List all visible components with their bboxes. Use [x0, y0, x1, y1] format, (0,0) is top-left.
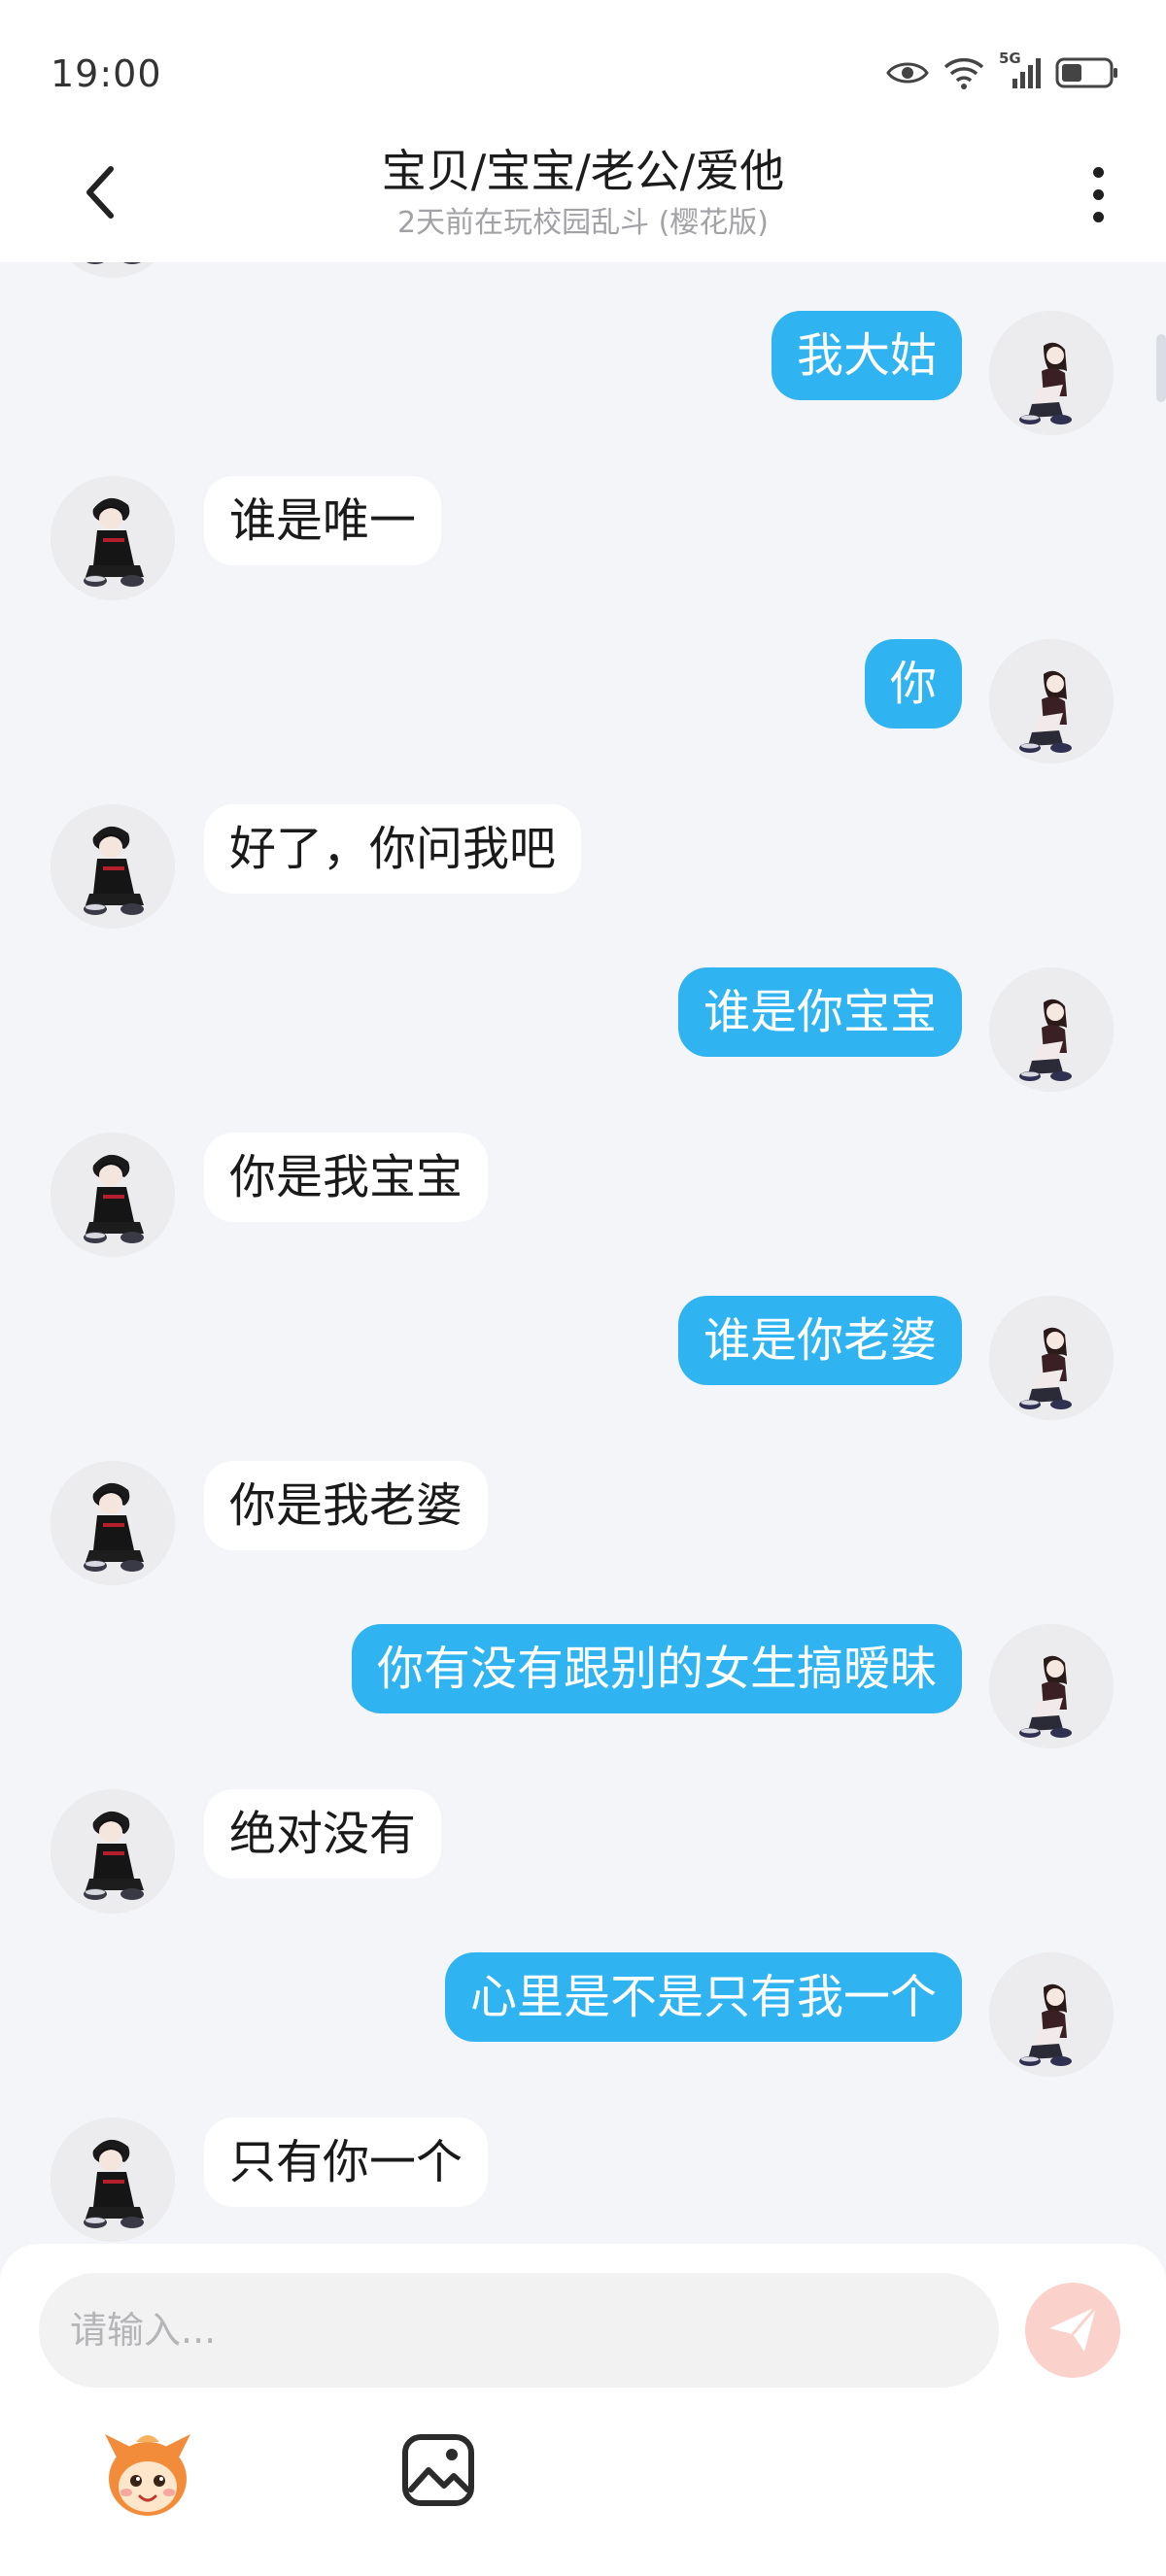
- message-bubble-received[interactable]: 好了，你问我吧: [204, 804, 582, 894]
- avatar-other[interactable]: [51, 476, 175, 600]
- image-button[interactable]: [394, 2428, 482, 2516]
- status-time: 19:00: [51, 52, 162, 95]
- avatar-me[interactable]: [989, 639, 1114, 763]
- message-bubble-received[interactable]: 只有你一个: [204, 2118, 489, 2207]
- wifi-icon: [943, 55, 985, 94]
- battery-icon: [1055, 56, 1119, 93]
- message-bubble-sent[interactable]: 心里是不是只有我一个: [444, 1952, 962, 2042]
- message-bubble-sent[interactable]: 你: [864, 639, 962, 729]
- signal-5g-icon: 5G: [999, 50, 1042, 94]
- status-bar: 19:00 5G: [0, 0, 1166, 126]
- eye-icon: [886, 58, 929, 91]
- message-bubble-sent[interactable]: 谁是你宝宝: [677, 967, 962, 1057]
- avatar-me[interactable]: [989, 1952, 1114, 2077]
- message-input[interactable]: [39, 2273, 999, 2388]
- avatar-other[interactable]: [51, 2118, 175, 2242]
- mascot-sticker-icon: [97, 2434, 198, 2525]
- message-bubble-sent[interactable]: 谁是你老婆: [677, 1296, 962, 1385]
- chat-scrollbar[interactable]: [1156, 334, 1166, 402]
- message-bubble-sent[interactable]: 你有没有跟别的女生搞暧昧: [351, 1624, 962, 1713]
- image-icon: [401, 2433, 475, 2511]
- more-vertical-icon-dot: [1092, 166, 1104, 178]
- message-bubble-sent[interactable]: 我大姑: [771, 311, 962, 400]
- avatar-me[interactable]: [989, 967, 1114, 1092]
- avatar-other[interactable]: [51, 1461, 175, 1585]
- more-vertical-icon-dot: [1092, 211, 1104, 222]
- more-menu-button[interactable]: [1069, 155, 1127, 233]
- avatar-me[interactable]: [989, 1296, 1114, 1420]
- message-bubble-received[interactable]: 你是我宝宝: [204, 1133, 489, 1222]
- avatar-other[interactable]: [51, 262, 175, 278]
- send-button[interactable]: [1025, 2283, 1120, 2378]
- chat-header: 宝贝/宝宝/老公/爱他 2天前在玩校园乱斗 (樱花版): [0, 126, 1166, 262]
- contact-status: 2天前在玩校园乱斗 (樱花版): [396, 206, 770, 240]
- avatar-me[interactable]: [989, 1624, 1114, 1748]
- avatar-other[interactable]: [51, 1789, 175, 1914]
- avatar-other[interactable]: [51, 1133, 175, 1257]
- status-icons: 5G: [886, 50, 1119, 99]
- network-type-label: 5G: [999, 50, 1021, 67]
- message-bubble-received[interactable]: 你是我老婆: [204, 1461, 489, 1550]
- send-icon: [1044, 2299, 1102, 2361]
- more-vertical-icon-dot: [1092, 188, 1104, 200]
- message-bubble-received[interactable]: 谁是唯一: [204, 476, 442, 565]
- contact-name: 宝贝/宝宝/老公/爱他: [381, 145, 785, 197]
- avatar-other[interactable]: [51, 804, 175, 929]
- avatar-me[interactable]: [989, 311, 1114, 435]
- input-panel: [0, 2244, 1166, 2576]
- message-bubble-received[interactable]: 绝对没有: [204, 1789, 442, 1879]
- chat-message-list[interactable]: 我大姑 谁是唯一 你 好了，你问我吧 谁是你宝宝 你是我宝宝 谁是你老婆 你是我…: [0, 262, 1166, 2244]
- sticker-button[interactable]: [97, 2428, 198, 2522]
